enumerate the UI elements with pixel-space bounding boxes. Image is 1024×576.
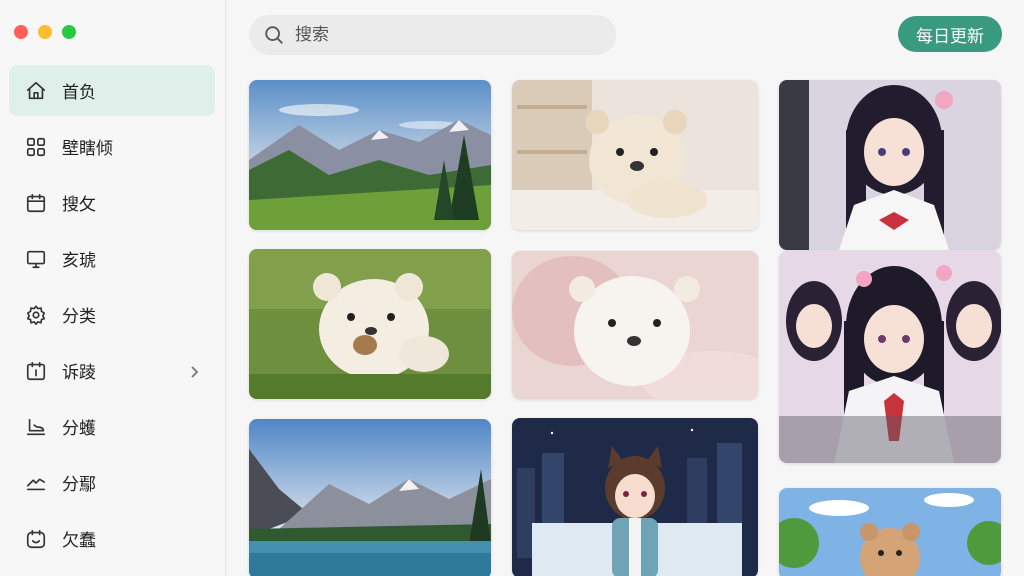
search-bar[interactable]: [249, 15, 616, 55]
wallpaper-card-mountain-lake[interactable]: [249, 419, 491, 576]
anime-cat-girl-image: [512, 418, 758, 576]
wallpaper-card-anime-cat-girl[interactable]: [512, 418, 758, 576]
window-controls: [14, 25, 76, 39]
anime-girls-group-image: [779, 251, 1001, 463]
sidebar-item-label: 壁瞎倾: [62, 139, 113, 159]
chevron-right-icon[interactable]: [187, 364, 201, 378]
puppy-grass-image: [249, 249, 491, 399]
close-window-button[interactable]: [14, 25, 28, 39]
maximize-window-button[interactable]: [62, 25, 76, 39]
wallpaper-card-cartoon-bear[interactable]: [779, 488, 1001, 576]
wallpaper-card-mountain[interactable]: [249, 80, 491, 230]
sidebar-item-label: 分鄢: [62, 475, 96, 495]
sidebar-item-label: 分蠖: [62, 419, 96, 439]
calendar-check-icon: [24, 359, 48, 383]
wallpaper-card-puppy-blanket[interactable]: [512, 251, 758, 399]
gear-icon: [24, 303, 48, 327]
wallpaper-card-puppy-grass[interactable]: [249, 249, 491, 399]
search-icon: [265, 26, 283, 44]
sidebar-item-home[interactable]: 首负: [9, 65, 215, 116]
sidebar-item-label: 分类: [62, 307, 96, 327]
shoe-icon: [24, 415, 48, 439]
sidebar-item-label: 首负: [62, 83, 96, 103]
sidebar-item-favorites[interactable]: 欠蠢: [9, 513, 215, 564]
sidebar-item-display[interactable]: 亥琥: [9, 233, 215, 284]
sidebar-item-label: 亥琥: [62, 251, 96, 271]
mountain-lake-image: [249, 419, 491, 576]
mountain-landscape-image: [249, 80, 491, 230]
anime-girl-image: [779, 80, 1001, 250]
sidebar-item-categories[interactable]: 分类: [9, 289, 215, 340]
puppy-rug-image: [512, 80, 758, 230]
sidebar-item-calendar[interactable]: 诉踜: [9, 345, 215, 396]
sidebar-nav: 首负 壁瞎倾 搜攵 亥琥 分类 诉踜 分蠖 分鄢 欠蠢: [9, 65, 215, 569]
sidebar-item-category-a[interactable]: 分蠖: [9, 401, 215, 452]
sidebar: 首负 壁瞎倾 搜攵 亥琥 分类 诉踜 分蠖 分鄢 欠蠢: [0, 0, 226, 576]
home-icon: [24, 79, 48, 103]
sidebar-item-search[interactable]: 搜攵: [9, 177, 215, 228]
sidebar-item-wallpapers[interactable]: 壁瞎倾: [9, 121, 215, 172]
daily-update-button[interactable]: 每日更新: [898, 16, 1002, 52]
cartoon-bear-image: [779, 488, 1001, 576]
search-input[interactable]: [295, 25, 595, 45]
monitor-icon: [24, 247, 48, 271]
sidebar-item-category-b[interactable]: 分鄢: [9, 457, 215, 508]
wallpaper-card-anime-girl[interactable]: [779, 80, 1001, 250]
calendar-icon: [24, 191, 48, 215]
wallpaper-card-puppy-rug[interactable]: [512, 80, 758, 230]
smile-icon: [24, 527, 48, 551]
sidebar-item-label: 欠蠢: [62, 531, 96, 551]
sneaker-icon: [24, 471, 48, 495]
sidebar-item-label: 诉踜: [62, 363, 96, 383]
wallpaper-card-anime-group[interactable]: [779, 251, 1001, 463]
grid-icon: [24, 135, 48, 159]
puppy-blanket-image: [512, 251, 758, 399]
sidebar-item-label: 搜攵: [62, 195, 96, 215]
minimize-window-button[interactable]: [38, 25, 52, 39]
